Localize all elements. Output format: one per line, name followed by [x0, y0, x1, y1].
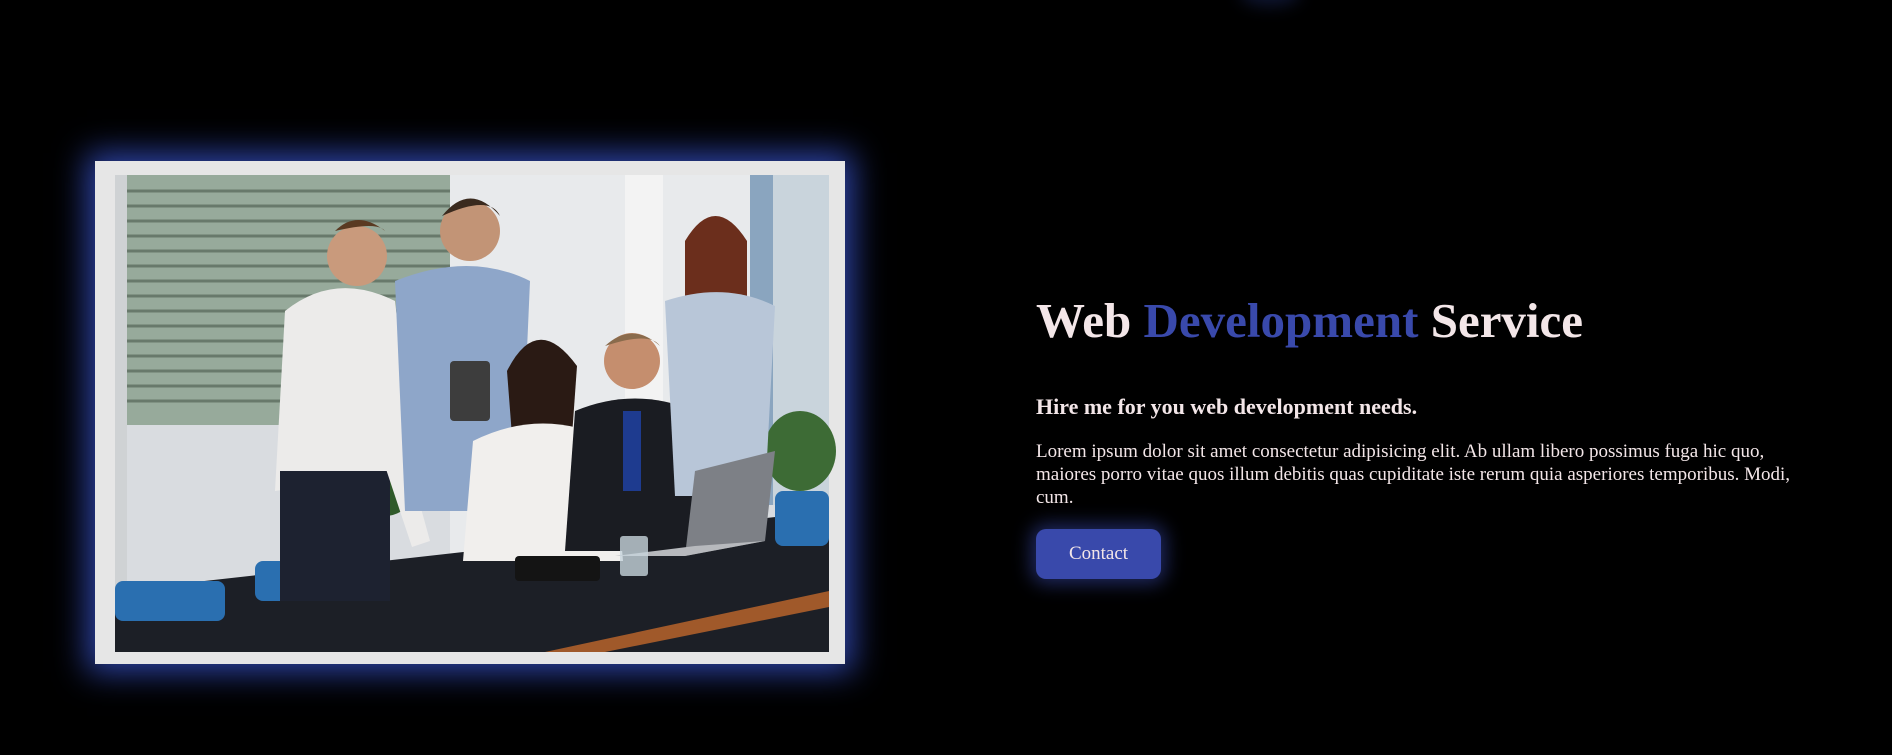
hero-content: Web Development Service Hire me for you …: [1036, 290, 1826, 579]
headline-part-2: Service: [1418, 293, 1584, 348]
hero-headline: Web Development Service: [1036, 290, 1826, 352]
headline-part-1: Web: [1036, 293, 1144, 348]
hero-subheading: Hire me for you web development needs.: [1036, 394, 1418, 419]
hero-image-frame: [95, 161, 845, 664]
page: Web Development Service Hire me for you …: [0, 0, 1892, 755]
contact-button[interactable]: Contact: [1036, 529, 1161, 579]
decorative-glow: [1240, 0, 1300, 6]
hero-description: Lorem ipsum dolor sit amet consectetur a…: [1036, 441, 1791, 508]
hero-image: [95, 161, 845, 664]
headline-accent: Development: [1143, 293, 1419, 348]
